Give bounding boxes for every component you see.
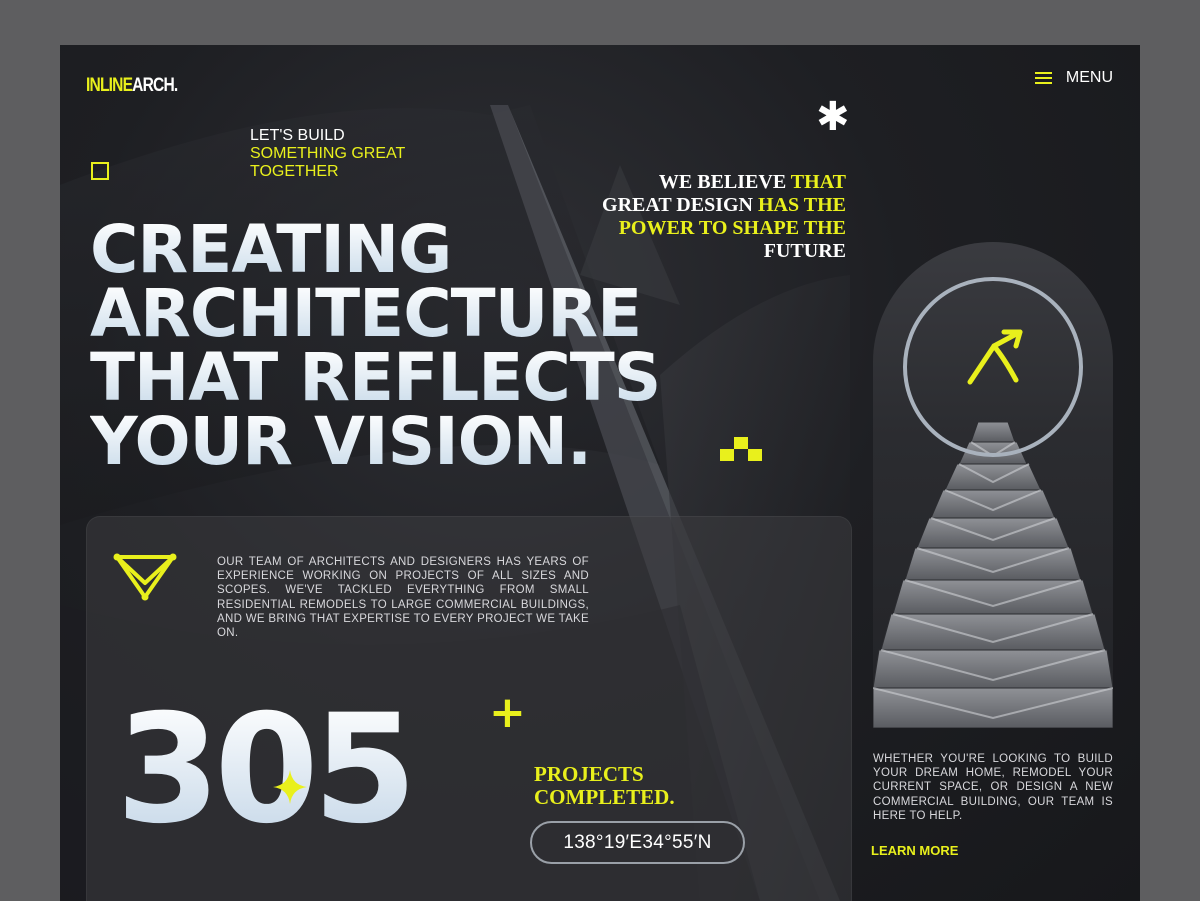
logo-part-arch: ARCH. (132, 75, 178, 96)
triangle-badge-icon (113, 553, 177, 601)
menu-label: MENU (1065, 69, 1113, 86)
square-icon (91, 162, 109, 180)
projects-count: 305 (116, 683, 417, 857)
projects-label-line-1: PROJECTS (534, 762, 644, 786)
belief-part-6: FUTURE (763, 240, 846, 262)
tagline-line-1: LET'S BUILD (250, 127, 345, 144)
headline-line: CREATING (90, 217, 660, 283)
headline-line: THAT REFLECTS (90, 339, 661, 416)
belief-part-2: THAT (790, 171, 846, 193)
hero-section: INLINEARCH. MENU ✱ LET'S BUILD SOMETHING… (60, 45, 1140, 901)
tagline: LET'S BUILD SOMETHING GREAT TOGETHER (250, 127, 405, 181)
coordinates-pill: 138°19′E34°55′N (530, 821, 745, 864)
plus-icon: + (489, 687, 526, 738)
asterisk-icon: ✱ (816, 94, 850, 140)
hero-headline: CREATING ARCHITECTURE THAT REFLECTS YOUR… (90, 217, 661, 475)
belief-part-4: HAS THE (758, 194, 846, 216)
tagline-line-3: TOGETHER (250, 163, 339, 180)
hamburger-icon (1034, 72, 1052, 84)
belief-part-3: GREAT DESIGN (602, 194, 758, 216)
headline-line: YOUR VISION. (90, 409, 660, 475)
menu-button[interactable]: MENU (1034, 69, 1113, 87)
learn-more-link[interactable]: LEARN MORE (871, 843, 958, 858)
checker-icon (720, 437, 762, 461)
headline-line: ARCHITECTURE (90, 281, 660, 347)
help-text: WHETHER YOU'RE LOOKING TO BUILD YOUR DRE… (873, 753, 1113, 822)
brand-logo[interactable]: INLINEARCH. (86, 75, 178, 97)
tagline-line-2: SOMETHING GREAT (250, 145, 406, 162)
logo-part-inline: INLINE (86, 75, 133, 96)
projects-label: PROJECTS COMPLETED. (534, 763, 675, 809)
belief-part-1: WE BELIEVE (658, 171, 791, 193)
sparkle-star-icon (273, 770, 307, 804)
projects-label-line-2: COMPLETED. (534, 785, 675, 809)
about-text: OUR TEAM OF ARCHITECTS AND DESIGNERS HAS… (217, 556, 589, 640)
arrow-up-right-icon[interactable] (964, 328, 1024, 388)
